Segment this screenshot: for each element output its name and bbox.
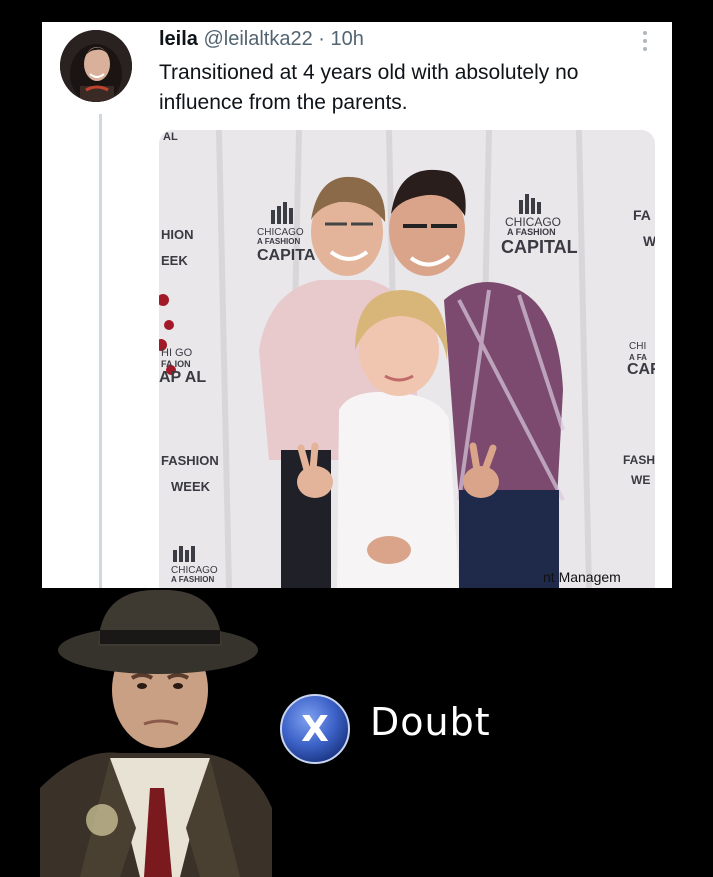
backdrop-label: W (643, 233, 655, 249)
thread-line (99, 114, 102, 588)
backdrop-label: WE (631, 473, 651, 487)
backdrop-label: HI GO (161, 347, 193, 359)
backdrop-label: FASH (623, 453, 655, 467)
x-button-glyph: X (301, 709, 329, 750)
display-name[interactable]: leila (159, 28, 198, 50)
backdrop-label: CAF (627, 361, 655, 378)
user-avatar[interactable] (60, 30, 132, 102)
backdrop-label: AL (163, 131, 178, 143)
doubt-caption: Doubt (370, 700, 491, 744)
backdrop-label: WEEK (171, 479, 210, 494)
backdrop-label: nt Managem (543, 569, 621, 585)
separator-dot: · (318, 28, 325, 50)
meme-panel: X Doubt (0, 588, 713, 877)
backdrop-label: CAPITAL (501, 237, 578, 257)
photo-scene (159, 130, 655, 588)
backdrop-label: HION (161, 227, 194, 242)
user-handle[interactable]: @leilaltka22 (203, 28, 312, 50)
backdrop-label: FA ION (161, 359, 191, 369)
backdrop-label: CHI (629, 341, 647, 352)
backdrop-label: FASHION (161, 453, 219, 468)
backdrop-label: FA (633, 207, 651, 223)
tweet-text: Transitioned at 4 years old with absolut… (159, 61, 579, 114)
tweet-time[interactable]: 10h (331, 28, 364, 50)
backdrop-label: A FASHION (507, 227, 556, 237)
tweet-card[interactable]: leila @leilaltka22 · 10h Transitioned at… (42, 22, 672, 588)
backdrop-label: CAPITA (257, 247, 316, 264)
backdrop-label: A FASHION (257, 237, 301, 246)
more-options-icon[interactable] (642, 30, 648, 52)
detective-image (40, 588, 275, 877)
backdrop-label: AP AL (159, 369, 207, 386)
backdrop-label: A FASHION (171, 575, 215, 584)
x-button-icon[interactable]: X (279, 693, 351, 765)
backdrop-label: EEK (161, 253, 188, 268)
tweet-header: leila @leilaltka22 · 10h (159, 28, 364, 51)
tweet-photo[interactable]: AL HION EEK CHICAGO A FASHION CAPITA CHI… (159, 130, 655, 588)
